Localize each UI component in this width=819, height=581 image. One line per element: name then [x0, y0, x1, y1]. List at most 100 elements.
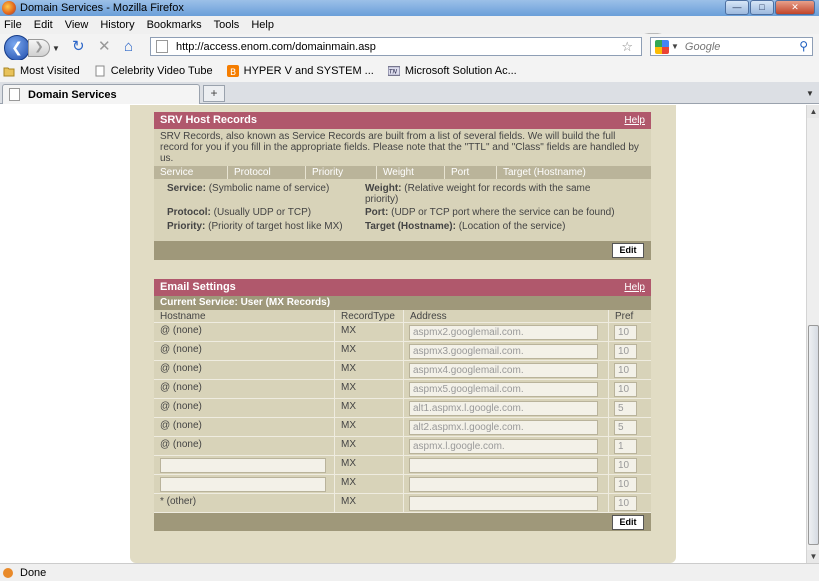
stop-icon[interactable]: ✕ — [98, 39, 111, 55]
srv-help-link[interactable]: Help — [624, 112, 645, 129]
mx-hostname: @ (none) — [160, 325, 202, 336]
mx-address-input[interactable] — [409, 325, 598, 340]
mx-address-input[interactable] — [409, 458, 598, 473]
search-box[interactable]: ▼ ⚲ — [650, 37, 813, 56]
mx-pref-input[interactable] — [614, 477, 637, 492]
table-row: * (other) MX — [154, 494, 651, 513]
search-input[interactable] — [684, 40, 795, 53]
table-row: @ (none) MX — [154, 323, 651, 342]
mx-pref-cell — [609, 399, 651, 417]
mx-pref-input[interactable] — [614, 496, 637, 511]
mx-hostname-input[interactable] — [160, 458, 326, 473]
bookmark-microsoft-solution[interactable]: TN Microsoft Solution Ac... — [387, 65, 517, 77]
mx-host-cell: * (other) — [154, 494, 335, 512]
mx-pref-input[interactable] — [614, 344, 637, 359]
status-bar: Done — [0, 563, 819, 581]
table-row: @ (none) MX — [154, 361, 651, 380]
srv-description: SRV Records, also known as Service Recor… — [160, 131, 639, 164]
mx-address-cell — [404, 494, 609, 512]
mx-pref-cell — [609, 456, 651, 474]
bookmark-most-visited[interactable]: Most Visited — [3, 65, 80, 77]
mx-col-address: Address — [404, 310, 609, 322]
url-input[interactable] — [176, 40, 606, 53]
bookmark-label: Microsoft Solution Ac... — [404, 65, 517, 77]
menu-history[interactable]: History — [100, 19, 134, 31]
menu-bookmarks[interactable]: Bookmarks — [147, 19, 202, 31]
srv-edit-button[interactable]: Edit — [612, 243, 644, 258]
menu-view[interactable]: View — [65, 19, 89, 31]
tab-domain-services[interactable]: Domain Services — [2, 84, 200, 104]
search-icon[interactable]: ⚲ — [799, 39, 808, 53]
forward-button[interactable]: ❯ — [28, 39, 50, 57]
email-section-footer: Edit — [154, 513, 651, 531]
menu-edit[interactable]: Edit — [34, 19, 53, 31]
mx-host-cell: @ (none) — [154, 380, 335, 398]
mx-pref-input[interactable] — [614, 420, 637, 435]
mx-pref-input[interactable] — [614, 439, 637, 454]
mx-address-cell — [404, 342, 609, 360]
table-row: MX — [154, 475, 651, 494]
mx-address-input[interactable] — [409, 344, 598, 359]
mx-address-input[interactable] — [409, 477, 598, 492]
srv-col-priority: Priority — [306, 166, 377, 179]
mx-address-input[interactable] — [409, 496, 598, 511]
current-service-label: Current Service: User (MX Records) — [154, 296, 651, 310]
mx-pref-input[interactable] — [614, 458, 637, 473]
mx-address-cell — [404, 361, 609, 379]
mx-pref-input[interactable] — [614, 382, 637, 397]
mx-table-body: @ (none) MX @ (none) MX @ (none) MX @ (none) MX… — [154, 323, 651, 513]
maximize-button[interactable]: □ — [750, 0, 774, 15]
scrollbar-thumb[interactable] — [808, 325, 819, 545]
menu-help[interactable]: Help — [251, 19, 274, 31]
mx-pref-cell — [609, 342, 651, 360]
mx-pref-cell — [609, 323, 651, 341]
reload-icon[interactable]: ↻ — [72, 39, 85, 55]
email-edit-button[interactable]: Edit — [612, 515, 644, 530]
close-button[interactable]: ✕ — [775, 0, 815, 15]
url-bar[interactable]: ☆ — [150, 37, 642, 56]
srv-col-protocol: Protocol — [228, 166, 306, 179]
mx-pref-input[interactable] — [614, 325, 637, 340]
svg-text:B: B — [230, 68, 236, 77]
bookmark-hyper-v[interactable]: B HYPER V and SYSTEM ... — [226, 65, 374, 77]
mx-address-input[interactable] — [409, 382, 598, 397]
srv-col-target: Target (Hostname) — [503, 167, 586, 178]
mx-pref-input[interactable] — [614, 401, 637, 416]
mx-address-input[interactable] — [409, 401, 598, 416]
mx-col-hostname: Hostname — [154, 310, 335, 322]
mx-pref-cell — [609, 475, 651, 493]
menu-file[interactable]: File — [4, 19, 22, 31]
mx-recordtype: MX — [335, 418, 404, 436]
bookmark-folder-icon — [3, 67, 15, 77]
home-icon[interactable]: ⌂ — [124, 39, 133, 55]
back-button[interactable]: ❮ — [4, 35, 30, 61]
minimize-button[interactable]: — — [725, 0, 749, 15]
list-all-tabs-icon[interactable]: ▼ — [803, 85, 817, 102]
search-engine-dropdown-icon[interactable]: ▼ — [671, 42, 679, 51]
bookmark-star-icon[interactable]: ☆ — [621, 39, 633, 55]
mx-address-input[interactable] — [409, 420, 598, 435]
srv-host-records-section: SRV Host Records Help SRV Records, also … — [154, 112, 651, 260]
srv-field-definitions: Service: (Symbolic name of service) Weig… — [154, 179, 651, 241]
page-content: SRV Host Records Help SRV Records, also … — [0, 105, 806, 563]
scroll-up-icon[interactable]: ▲ — [807, 105, 819, 118]
mx-pref-cell — [609, 418, 651, 436]
google-icon[interactable] — [655, 39, 669, 54]
new-tab-button[interactable]: + — [203, 85, 225, 102]
mx-address-cell — [404, 380, 609, 398]
vertical-scrollbar[interactable]: ▲ ▼ — [806, 105, 819, 563]
page-icon — [9, 88, 20, 101]
mx-address-input[interactable] — [409, 363, 598, 378]
mx-host-cell: @ (none) — [154, 342, 335, 360]
menu-tools[interactable]: Tools — [214, 19, 240, 31]
bookmark-celebrity-video-tube[interactable]: Celebrity Video Tube — [94, 65, 213, 77]
mx-hostname-input[interactable] — [160, 477, 326, 492]
srv-column-header: Service Protocol Priority Weight Port Ta… — [154, 166, 651, 179]
email-help-link[interactable]: Help — [624, 279, 645, 296]
table-row: @ (none) MX — [154, 399, 651, 418]
scroll-down-icon[interactable]: ▼ — [807, 550, 819, 563]
mx-address-cell — [404, 418, 609, 436]
mx-pref-input[interactable] — [614, 363, 637, 378]
mx-address-input[interactable] — [409, 439, 598, 454]
history-dropdown-icon[interactable]: ▼ — [52, 44, 60, 53]
